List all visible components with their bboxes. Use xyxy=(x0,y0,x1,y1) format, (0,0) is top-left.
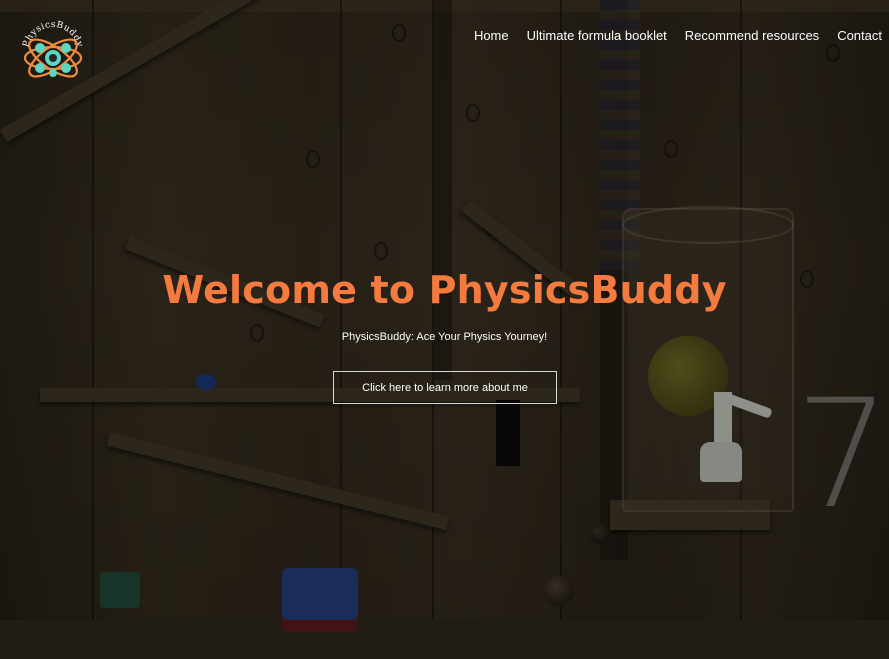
nav-link-formula-booklet[interactable]: Ultimate formula booklet xyxy=(527,28,667,43)
learn-more-button[interactable]: Click here to learn more about me xyxy=(333,371,557,404)
main-nav: Home Ultimate formula booklet Recommend … xyxy=(474,28,882,43)
nav-link-recommend-resources[interactable]: Recommend resources xyxy=(685,28,819,43)
learn-more-button-label: Click here to learn more about me xyxy=(362,381,528,394)
hero-subtitle: PhysicsBuddy: Ace Your Physics Yourney! xyxy=(341,331,548,343)
site-header: PhysicsBuddy Home Ultimate formula bookl… xyxy=(0,0,889,90)
nav-link-contact[interactable]: Contact xyxy=(837,28,882,43)
site-logo[interactable]: PhysicsBuddy xyxy=(18,18,88,88)
hero-title: Welcome to PhysicsBuddy xyxy=(162,268,727,312)
atom-icon: PhysicsBuddy xyxy=(22,20,84,78)
background-overlay xyxy=(0,0,889,659)
nav-link-home[interactable]: Home xyxy=(474,28,509,43)
